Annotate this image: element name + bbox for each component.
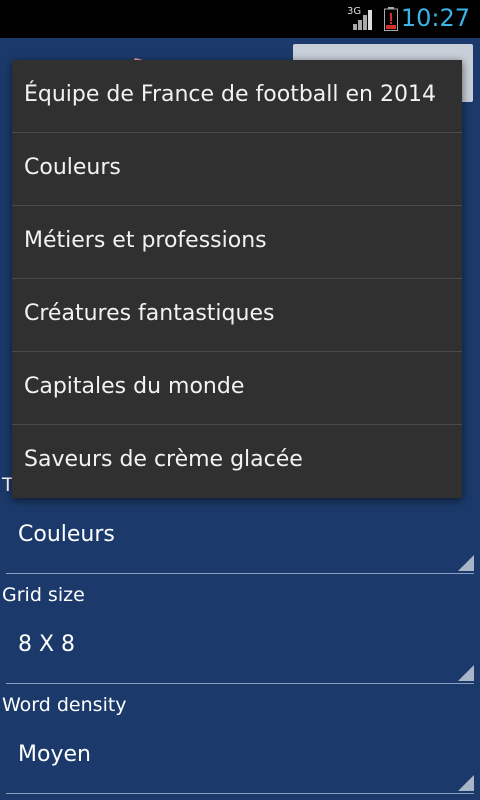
theme-value: Couleurs [18,522,115,547]
word-density-spinner[interactable]: Moyen [6,730,474,794]
dropdown-item-label: Saveurs de crème glacée [24,447,303,472]
dropdown-item-label: Créatures fantastiques [24,301,275,326]
clock: 10:27 [400,4,470,32]
dropdown-item-label: Couleurs [24,155,121,180]
dropdown-item-label: Capitales du monde [24,374,245,399]
dropdown-item-label: Métiers et professions [24,228,267,253]
dropdown-item[interactable]: Couleurs [12,133,462,206]
battery-icon [384,7,398,31]
theme-dropdown-list: Équipe de France de football en 2014 Cou… [12,60,462,498]
dropdown-item[interactable]: Équipe de France de football en 2014 [12,60,462,133]
dropdown-item[interactable]: Saveurs de crème glacée [12,425,462,498]
grid-size-spinner[interactable]: 8 X 8 [6,620,474,684]
status-bar: 3G 10:27 [0,0,480,38]
dropdown-corner-icon [458,665,474,681]
dropdown-corner-icon [458,775,474,791]
signal-icon [353,10,372,30]
dropdown-item[interactable]: Capitales du monde [12,352,462,425]
dropdown-item[interactable]: Créatures fantastiques [12,279,462,352]
grid-size-value: 8 X 8 [18,632,76,657]
grid-size-label: Grid size [2,584,85,606]
word-density-label: Word density [2,694,127,716]
dropdown-corner-icon [458,555,474,571]
word-density-value: Moyen [18,742,91,767]
theme-spinner[interactable]: Couleurs [6,510,474,574]
dropdown-item-label: Équipe de France de football en 2014 [24,82,436,107]
dropdown-item[interactable]: Métiers et professions [12,206,462,279]
